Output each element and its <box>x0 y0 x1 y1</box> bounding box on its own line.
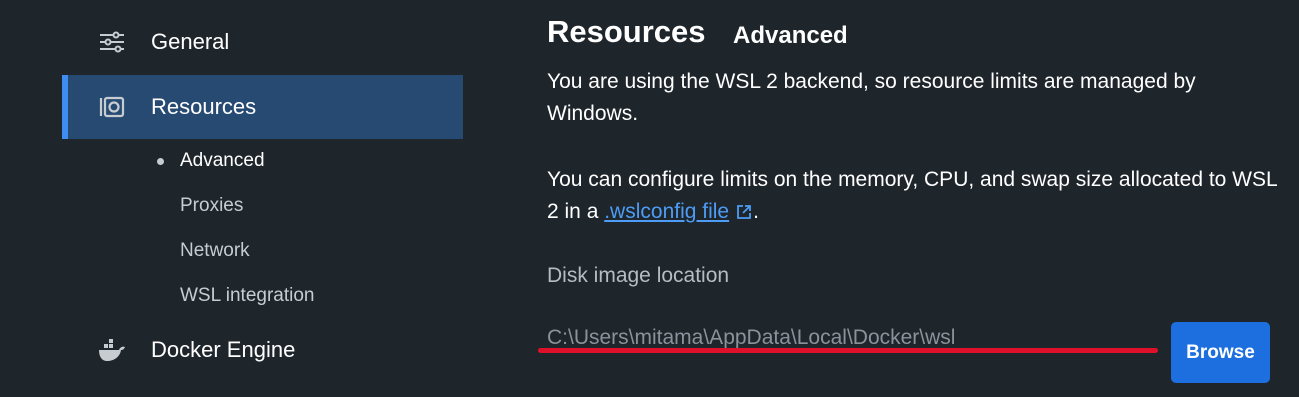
whale-icon <box>96 334 128 366</box>
page-subtitle: Advanced <box>733 22 848 49</box>
page-title: Resources <box>547 14 706 49</box>
sidebar-item-label: Resources <box>151 94 257 119</box>
browse-button[interactable]: Browse <box>1171 322 1270 383</box>
wslconfig-file-link[interactable]: .wslconfig file <box>604 200 753 223</box>
sidebar-subitem-proxies[interactable]: Proxies <box>180 195 243 217</box>
wsl-backend-note: You are using the WSL 2 backend, so reso… <box>547 70 1196 125</box>
sidebar-subitem-wsl-integration[interactable]: WSL integration <box>180 285 314 307</box>
sidebar-item-docker-engine[interactable]: Docker Engine <box>62 318 463 382</box>
sidebar-subitem-network[interactable]: Network <box>180 240 250 262</box>
sidebar-subitem-advanced[interactable]: Advanced <box>180 150 265 172</box>
main-content: Resources Advanced You are using the WSL… <box>538 0 1287 397</box>
sidebar-item-resources[interactable]: Resources <box>62 75 463 139</box>
disk-image-location-label: Disk image location <box>547 264 730 287</box>
sidebar-item-label: Docker Engine <box>151 337 296 362</box>
wslconfig-note-suffix: . <box>753 200 759 223</box>
wslconfig-link-text[interactable]: .wslconfig file <box>604 200 729 223</box>
active-bullet <box>157 158 164 165</box>
sidebar: General Resources Advanced Proxies Netwo… <box>0 0 470 397</box>
wslconfig-note: You can configure limits on the memory, … <box>547 164 1282 228</box>
external-link-icon[interactable] <box>735 199 753 219</box>
sidebar-item-general[interactable]: General <box>62 10 463 74</box>
sliders-icon <box>96 26 128 58</box>
sidebar-item-label: General <box>151 29 230 54</box>
resources-icon <box>96 91 128 123</box>
annotation-underline <box>538 348 1158 353</box>
settings-window: General Resources Advanced Proxies Netwo… <box>0 0 1299 397</box>
